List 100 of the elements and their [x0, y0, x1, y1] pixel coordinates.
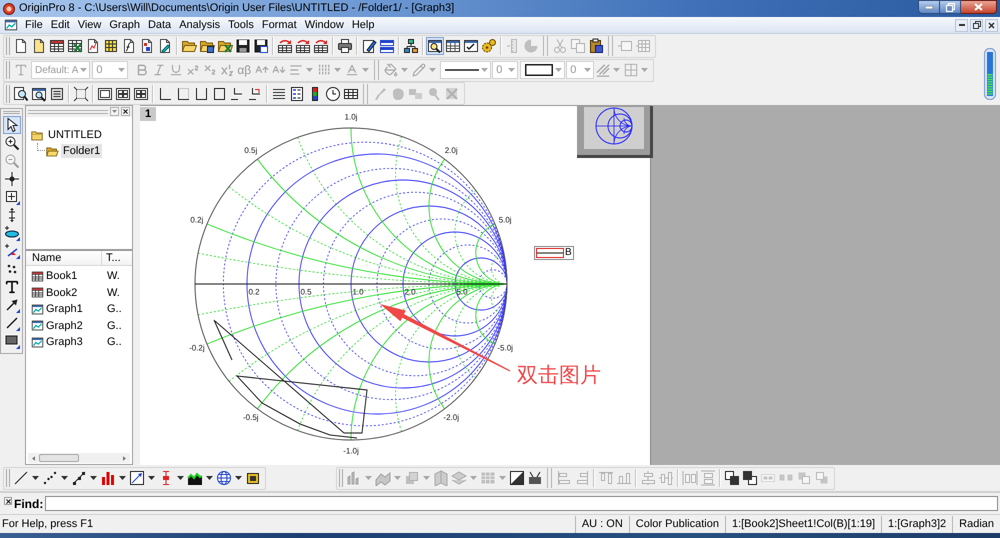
- menu-item[interactable]: Graph: [105, 18, 144, 32]
- line-style-dropdown[interactable]: [440, 61, 492, 79]
- axis-label: 2.0j: [444, 146, 458, 155]
- hierarchy-icon[interactable]: [402, 37, 420, 55]
- import-icon[interactable]: [294, 37, 312, 55]
- column-chart-icon[interactable]: [99, 469, 117, 487]
- find-field[interactable]: [45, 496, 998, 511]
- check-window-icon[interactable]: [462, 37, 480, 55]
- caret-icon[interactable]: [119, 476, 126, 480]
- border-style-dropdown[interactable]: [520, 61, 566, 79]
- toolbar-grip[interactable]: [6, 84, 10, 102]
- line-symbol-icon[interactable]: [70, 469, 88, 487]
- item-name[interactable]: Graph1: [46, 301, 107, 318]
- gears-icon[interactable]: [480, 37, 498, 55]
- legend-icon[interactable]: [288, 84, 306, 102]
- caret-icon[interactable]: [61, 476, 68, 480]
- axis-label: -2.0j: [443, 413, 459, 422]
- scroll-right-icon[interactable]: [123, 456, 126, 460]
- tv-icon[interactable]: [526, 469, 544, 487]
- worksheet-icon[interactable]: [48, 37, 66, 55]
- find-label: Find:: [14, 496, 44, 512]
- axis-label: -5.0j: [497, 344, 513, 353]
- menu-item[interactable]: File: [21, 18, 47, 32]
- two-bars-icon[interactable]: [378, 37, 396, 55]
- gauge-icon: [984, 48, 996, 100]
- scroll-left-icon[interactable]: [32, 456, 35, 460]
- zoom-in-icon[interactable]: [2, 134, 20, 152]
- item-name[interactable]: Graph2: [46, 318, 107, 334]
- close-button[interactable]: [961, 0, 997, 14]
- spreadsheet-icon[interactable]: [66, 37, 84, 55]
- search-window-icon[interactable]: [426, 37, 444, 55]
- plus-line-icon[interactable]: [2, 242, 20, 260]
- graph-window-icon: [31, 336, 44, 349]
- line-plot-icon[interactable]: [12, 469, 30, 487]
- caret-icon[interactable]: [177, 476, 184, 480]
- minimize-button[interactable]: [955, 18, 968, 32]
- menu-item[interactable]: Data: [144, 18, 176, 32]
- menu-item[interactable]: Tools: [224, 18, 258, 32]
- item-type: W.: [107, 286, 120, 300]
- restore-button[interactable]: [970, 18, 983, 32]
- restore-button[interactable]: [940, 0, 961, 14]
- import-icon[interactable]: [276, 37, 294, 55]
- graph-window-icon[interactable]: [4, 18, 18, 32]
- minimize-button[interactable]: [918, 0, 940, 14]
- panel-grip[interactable]: [28, 110, 108, 114]
- horizontal-scrollbar[interactable]: [28, 453, 130, 463]
- table-window-icon[interactable]: [444, 37, 462, 55]
- worksheet-icon: [31, 286, 44, 300]
- globe-icon[interactable]: [215, 469, 233, 487]
- layer-tab[interactable]: 1: [140, 107, 156, 121]
- pencil-page-icon[interactable]: [360, 37, 378, 55]
- caret-icon[interactable]: [32, 476, 39, 480]
- tree-item[interactable]: UNTITLED: [46, 128, 104, 142]
- pointer-icon[interactable]: [2, 116, 20, 134]
- save-icon[interactable]: [234, 37, 252, 55]
- folder-icon: [30, 128, 44, 142]
- print-icon[interactable]: [336, 37, 354, 55]
- paste-icon[interactable]: [587, 37, 605, 55]
- clock-icon[interactable]: [324, 84, 342, 102]
- column-header[interactable]: T...: [102, 251, 121, 265]
- close-button[interactable]: [121, 107, 130, 116]
- menu-item[interactable]: Edit: [46, 18, 74, 32]
- caret-icon[interactable]: [206, 476, 213, 480]
- toolbar-grip[interactable]: [6, 61, 10, 79]
- scatter-icon[interactable]: [41, 469, 59, 487]
- menu-item[interactable]: Window: [300, 18, 348, 32]
- arrow-box-icon[interactable]: [128, 469, 146, 487]
- menu-item[interactable]: Analysis: [175, 18, 224, 32]
- item-name[interactable]: Book1: [46, 268, 107, 284]
- dotted-frame-icon[interactable]: [72, 84, 90, 102]
- half-filled-square-icon[interactable]: [508, 469, 526, 487]
- toolbar-grip[interactable]: [6, 469, 10, 487]
- menu-item[interactable]: Help: [348, 18, 378, 32]
- axis-label: 1.0: [352, 288, 364, 296]
- plus-ellipse-icon[interactable]: [2, 224, 20, 242]
- scrollbar-thumb[interactable]: [39, 454, 79, 462]
- caret-icon[interactable]: [148, 476, 155, 480]
- item-type: G..: [107, 302, 122, 317]
- toolbar-grip[interactable]: [339, 469, 343, 487]
- matrix-icon[interactable]: [102, 37, 120, 55]
- graph-window-icon: [31, 302, 44, 316]
- close-button[interactable]: [4, 497, 12, 505]
- tree-item[interactable]: Folder1: [61, 144, 102, 158]
- bring-front-icon[interactable]: [723, 469, 741, 487]
- send-back-icon[interactable]: [741, 469, 759, 487]
- import-icon[interactable]: [312, 37, 330, 55]
- save-window-icon[interactable]: [252, 37, 270, 55]
- zoom-page-icon[interactable]: [12, 84, 30, 102]
- menu-item[interactable]: Format: [258, 18, 301, 32]
- menu-item[interactable]: View: [74, 18, 106, 32]
- caret-icon[interactable]: [90, 476, 97, 480]
- caret-icon[interactable]: [235, 476, 242, 480]
- crosshair-icon[interactable]: [2, 170, 20, 188]
- item-name[interactable]: Graph3: [46, 334, 107, 350]
- minimize-icon: [925, 6, 933, 8]
- item-name[interactable]: Book2: [46, 284, 107, 301]
- thumbnail-panel[interactable]: [577, 106, 653, 158]
- toolbar-grip[interactable]: [6, 37, 10, 55]
- column-header[interactable]: Name: [26, 251, 102, 265]
- item-type: G..: [107, 335, 122, 350]
